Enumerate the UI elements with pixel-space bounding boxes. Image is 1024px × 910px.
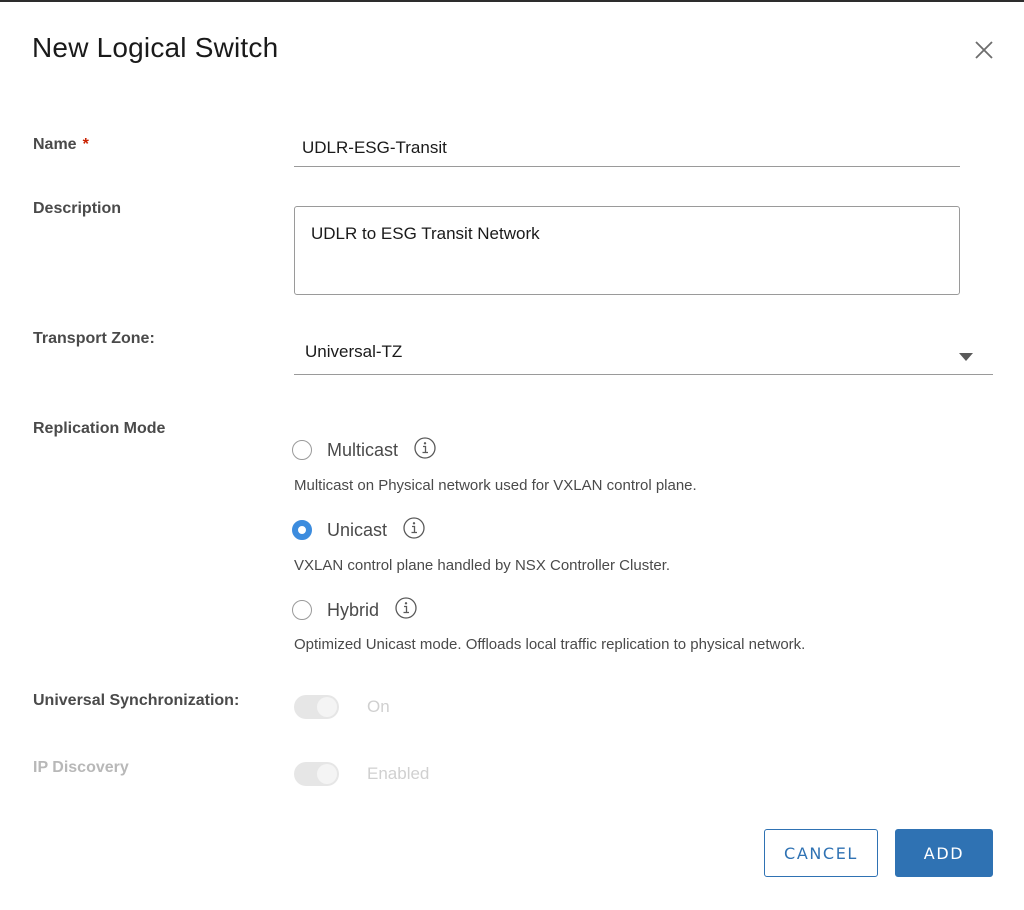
toggle-knob bbox=[317, 764, 337, 784]
radio-label-hybrid: Hybrid bbox=[327, 599, 380, 620]
universal-sync-toggle[interactable] bbox=[294, 695, 339, 719]
info-icon[interactable] bbox=[403, 516, 425, 544]
multicast-help-text: Multicast on Physical network used for V… bbox=[294, 477, 697, 494]
name-input[interactable]: UDLR-ESG-Transit bbox=[294, 130, 960, 167]
unicast-help-text: VXLAN control plane handled by NSX Contr… bbox=[294, 557, 671, 574]
radio-button-checked[interactable] bbox=[292, 520, 312, 540]
radio-label-multicast: Multicast bbox=[327, 439, 399, 460]
replication-mode-label: Replication Mode bbox=[33, 420, 166, 437]
transport-zone-label: Transport Zone: bbox=[33, 330, 155, 347]
universal-sync-label: Universal Synchronization: bbox=[33, 692, 240, 709]
info-icon[interactable] bbox=[395, 596, 417, 624]
radio-unicast[interactable]: Unicast bbox=[292, 516, 425, 544]
name-label-text: Name bbox=[33, 136, 77, 153]
cancel-button[interactable]: CANCEL bbox=[764, 829, 878, 877]
radio-button[interactable] bbox=[292, 600, 312, 620]
radio-hybrid[interactable]: Hybrid bbox=[292, 596, 417, 624]
description-textarea[interactable]: UDLR to ESG Transit Network bbox=[294, 206, 960, 295]
transport-zone-value: Universal-TZ bbox=[305, 342, 403, 361]
universal-sync-state: On bbox=[367, 697, 390, 716]
hybrid-help-text: Optimized Unicast mode. Offloads local t… bbox=[294, 636, 806, 653]
radio-multicast[interactable]: Multicast bbox=[292, 436, 436, 464]
info-icon[interactable] bbox=[414, 436, 436, 464]
name-label: Name * bbox=[33, 136, 89, 154]
dialog-title: New Logical Switch bbox=[32, 32, 279, 63]
radio-label-unicast: Unicast bbox=[327, 519, 388, 540]
required-marker: * bbox=[82, 136, 89, 153]
caret-down-icon bbox=[959, 348, 973, 366]
transport-zone-select[interactable]: Universal-TZ bbox=[294, 330, 993, 375]
ip-discovery-toggle[interactable] bbox=[294, 762, 339, 786]
top-border bbox=[0, 0, 1024, 2]
add-button[interactable]: ADD bbox=[895, 829, 993, 877]
ip-discovery-state: Enabled bbox=[367, 764, 430, 783]
radio-button[interactable] bbox=[292, 440, 312, 460]
close-icon[interactable] bbox=[972, 38, 996, 62]
ip-discovery-label: IP Discovery bbox=[33, 759, 129, 776]
toggle-knob bbox=[317, 697, 337, 717]
description-label: Description bbox=[33, 200, 122, 217]
